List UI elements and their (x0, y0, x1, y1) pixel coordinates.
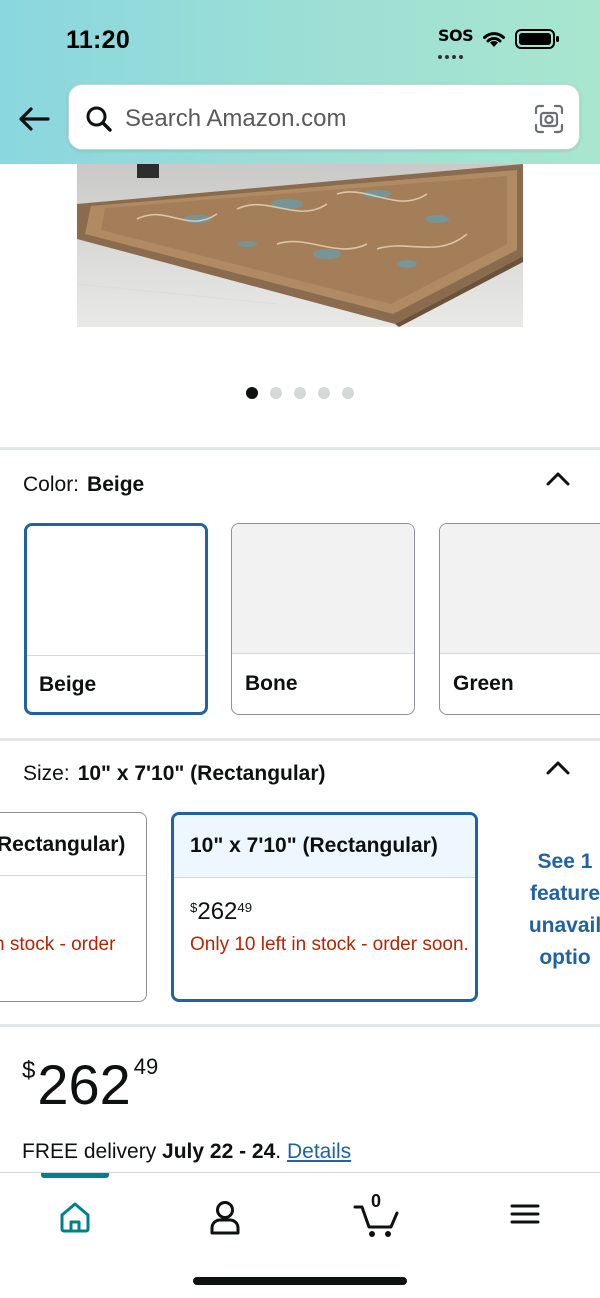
size-option-partial[interactable]: Rectangular) n stock - order (0, 812, 147, 1002)
account-icon[interactable] (193, 1193, 257, 1241)
color-swatch-green[interactable]: Green (439, 523, 600, 715)
size-option-header: Rectangular) (0, 813, 146, 876)
camera-search-icon[interactable] (533, 103, 565, 135)
search-input[interactable] (125, 99, 525, 139)
wifi-icon (483, 32, 505, 47)
size-option-stock: Only 10 left in stock - order soon. (190, 934, 469, 955)
carousel-dots (0, 386, 600, 400)
carousel-dot[interactable] (270, 387, 282, 399)
color-swatch-bone[interactable]: Bone (231, 523, 415, 715)
swatch-image (27, 526, 205, 656)
size-option-stock: n stock - order (0, 934, 116, 955)
search-bar[interactable] (68, 84, 580, 150)
cart-count: 0 (371, 1191, 382, 1211)
size-option-price: $26249 (190, 898, 252, 926)
price-currency: $ (190, 900, 198, 915)
section-divider (0, 1024, 600, 1027)
color-label: Color: (23, 473, 80, 496)
menu-icon[interactable] (493, 1193, 557, 1241)
size-option-selected[interactable]: 10" x 7'10" (Rectangular) $26249 Only 10… (171, 812, 478, 1002)
cart-button[interactable]: 0 (345, 1191, 409, 1241)
home-icon[interactable] (43, 1193, 107, 1241)
carousel-dot[interactable] (318, 387, 330, 399)
delivery-info: FREE delivery July 22 - 24. Details (22, 1140, 351, 1164)
sos-dots (438, 46, 468, 59)
size-label: Size: (23, 762, 70, 785)
delivery-separator: . (275, 1140, 282, 1163)
status-time: 11:20 (66, 26, 131, 54)
back-arrow-icon[interactable] (14, 100, 54, 138)
see-more-line: See 1 (537, 850, 593, 873)
see-unavailable-options-link[interactable]: See 1 feature unavail optio (500, 846, 600, 974)
see-more-line: unavail (528, 914, 600, 937)
delivery-dates: July 22 - 24 (162, 1140, 276, 1163)
size-option-title: Rectangular) (0, 833, 126, 856)
swatch-label: Green (453, 672, 514, 695)
see-more-line: feature (529, 882, 600, 905)
chevron-up-icon[interactable] (545, 759, 571, 777)
size-option-title: 10" x 7'10" (Rectangular) (190, 834, 438, 857)
battery-icon (515, 29, 559, 49)
sos-indicator: SOS (438, 26, 474, 45)
price-fraction: 49 (237, 900, 253, 915)
product-price: $262 49 (22, 1052, 158, 1117)
active-tab-indicator (41, 1173, 109, 1178)
home-indicator[interactable] (193, 1277, 407, 1285)
swatch-image (232, 524, 414, 654)
size-section-label: Size: 10" x 7'10" (Rectangular) (23, 762, 326, 786)
carousel-dot[interactable] (294, 387, 306, 399)
price-fraction: 49 (133, 1054, 159, 1079)
app-header: 11:20 SOS (0, 0, 600, 164)
swatch-label: Bone (245, 672, 298, 695)
size-option-header: 10" x 7'10" (Rectangular) (174, 815, 475, 878)
price-currency: $ (22, 1057, 36, 1084)
carousel-dot-active[interactable] (246, 387, 258, 399)
carousel-dot[interactable] (342, 387, 354, 399)
color-section-label: Color: Beige (23, 473, 144, 497)
section-divider (0, 447, 600, 450)
swatch-label: Beige (39, 673, 97, 696)
size-selected-value: 10" x 7'10" (Rectangular) (77, 762, 326, 785)
product-image-rug[interactable] (77, 164, 523, 327)
price-whole: 262 (197, 898, 238, 925)
swatch-image (440, 524, 600, 654)
color-selected-value: Beige (87, 473, 145, 496)
see-more-line: optio (539, 946, 591, 969)
delivery-details-link[interactable]: Details (287, 1140, 351, 1163)
chevron-up-icon[interactable] (545, 470, 571, 488)
search-icon (86, 106, 112, 132)
color-swatch-beige[interactable]: Beige (24, 523, 208, 715)
section-divider (0, 738, 600, 741)
price-whole: 262 (37, 1053, 131, 1116)
delivery-prefix: FREE delivery (22, 1140, 157, 1163)
